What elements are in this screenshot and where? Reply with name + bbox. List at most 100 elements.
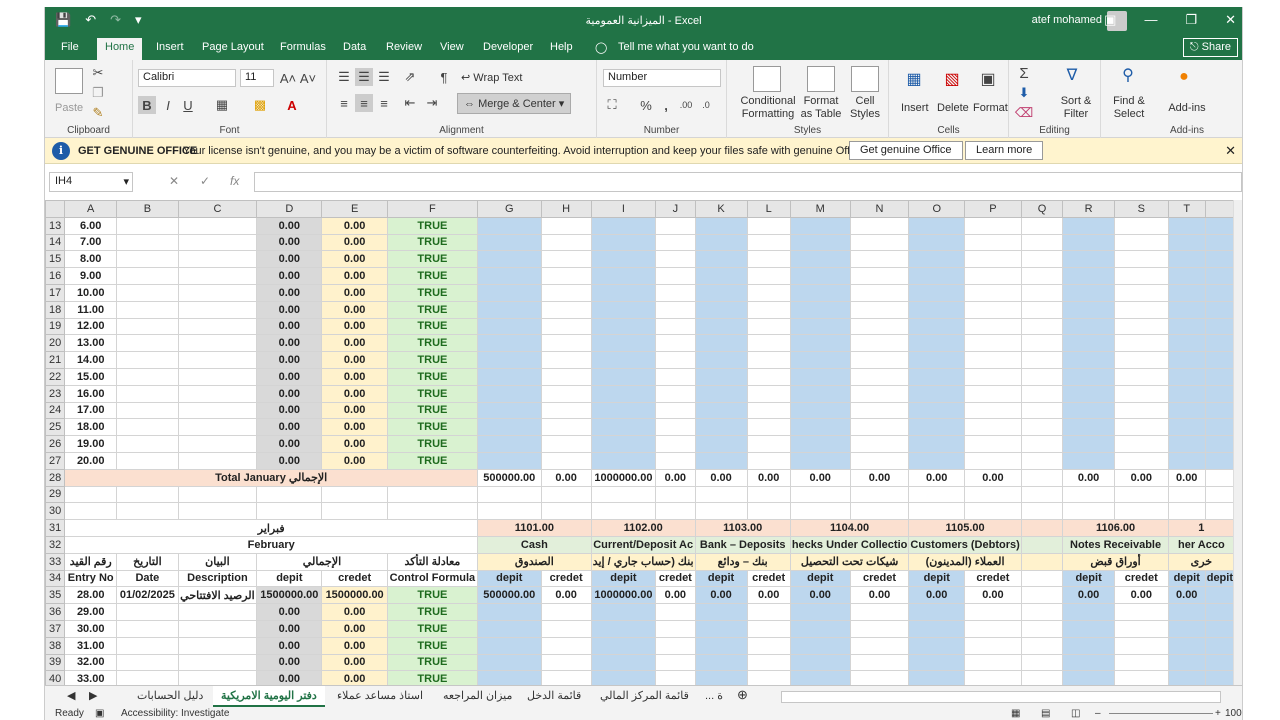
account-cell[interactable] <box>1167 451 1206 470</box>
account-cell[interactable] <box>1167 300 1206 319</box>
account-cell[interactable] <box>964 603 1022 621</box>
account-cell[interactable] <box>908 636 966 655</box>
credit-total-cell[interactable]: 0.00 <box>321 334 388 353</box>
account-cell[interactable] <box>590 250 657 269</box>
account-cell[interactable] <box>789 267 851 285</box>
tab-data[interactable]: Data <box>343 41 366 53</box>
account-cell[interactable] <box>789 351 851 369</box>
entry-no-cell[interactable]: 15.00 <box>64 367 118 386</box>
credit-total-cell[interactable]: 0.00 <box>321 619 388 638</box>
account-name-ar-cell[interactable]: شيكات تحت التحصيل <box>789 552 910 571</box>
date-cell[interactable] <box>116 367 179 386</box>
date-cell[interactable] <box>116 283 179 302</box>
account-cell[interactable] <box>1113 435 1169 453</box>
italic-icon[interactable]: I <box>159 96 177 114</box>
date-cell[interactable] <box>116 435 179 453</box>
account-cell[interactable] <box>590 435 657 453</box>
debit-total-cell[interactable]: 0.00 <box>256 367 323 386</box>
column-header[interactable]: H <box>540 200 592 218</box>
account-cell[interactable] <box>655 367 696 386</box>
account-cell[interactable] <box>1020 653 1064 672</box>
credit-total-cell[interactable]: 0.00 <box>321 636 388 655</box>
account-cell[interactable] <box>746 670 791 685</box>
sort-filter-label[interactable]: Sort & Filter <box>1055 95 1097 121</box>
font-color-icon[interactable]: A <box>283 96 301 114</box>
account-cell[interactable] <box>1113 367 1169 386</box>
tab-formulas[interactable]: Formulas <box>280 41 326 53</box>
row-header[interactable]: 27 <box>45 451 66 470</box>
account-cell[interactable] <box>1204 351 1235 369</box>
description-cell[interactable] <box>177 367 258 386</box>
description-cell[interactable] <box>177 435 258 453</box>
account-cell[interactable] <box>789 603 851 621</box>
credit-total-cell[interactable]: 1500000.00 <box>321 586 388 605</box>
account-cell[interactable] <box>1062 334 1115 353</box>
account-cell[interactable] <box>789 636 851 655</box>
debit-total-cell[interactable]: 1500000.00 <box>256 586 323 605</box>
align-middle-icon[interactable]: ☰ <box>355 68 373 86</box>
copy-icon[interactable]: ❐ <box>89 84 107 102</box>
get-genuine-button[interactable]: Get genuine Office <box>849 141 963 160</box>
account-cell[interactable] <box>1113 636 1169 655</box>
account-code-cell[interactable]: 1105.00 <box>908 519 1022 537</box>
account-cell[interactable] <box>1113 216 1169 235</box>
account-cell[interactable] <box>655 351 696 369</box>
entry-no-cell[interactable]: 8.00 <box>64 250 118 269</box>
account-cell[interactable] <box>746 351 791 369</box>
account-cell[interactable] <box>1020 603 1064 621</box>
date-header[interactable]: Date <box>116 569 179 588</box>
account-cell[interactable] <box>908 670 966 685</box>
column-header[interactable]: I <box>590 200 657 218</box>
sheet-tab[interactable]: قائمة المركز المالي <box>600 689 689 702</box>
sheet-tab[interactable]: قائمة الدخل <box>527 689 581 702</box>
account-cell[interactable] <box>789 670 851 685</box>
empty-cell[interactable] <box>1113 502 1169 521</box>
account-cell[interactable] <box>789 384 851 403</box>
font-size-select[interactable]: 11 <box>240 69 274 87</box>
account-cell[interactable] <box>849 351 910 369</box>
debit-credit-header[interactable]: depit <box>1167 569 1206 588</box>
debit-total-cell[interactable]: 0.00 <box>256 216 323 235</box>
enter-icon[interactable]: ✓ <box>200 174 210 188</box>
empty-cell[interactable] <box>694 485 748 504</box>
account-cell[interactable] <box>590 367 657 386</box>
empty-cell[interactable] <box>1167 502 1206 521</box>
account-cell[interactable] <box>540 619 592 638</box>
credit-total-cell[interactable]: 0.00 <box>321 670 388 685</box>
wrap-text-button[interactable]: ↩ Wrap Text <box>461 71 522 84</box>
description-cell[interactable] <box>177 233 258 252</box>
account-cell[interactable] <box>908 619 966 638</box>
account-cell[interactable] <box>1020 435 1064 453</box>
row-header[interactable]: 19 <box>45 317 66 336</box>
description-cell[interactable] <box>177 267 258 285</box>
total-cell[interactable] <box>1204 468 1235 487</box>
borders-icon[interactable]: ▦ <box>213 96 231 114</box>
account-cell[interactable] <box>746 300 791 319</box>
date-cell[interactable] <box>116 451 179 470</box>
credit-total-cell[interactable]: 0.00 <box>321 267 388 285</box>
account-cell[interactable] <box>908 283 966 302</box>
account-cell[interactable] <box>964 418 1022 437</box>
account-cell[interactable]: 1000000.00 <box>590 586 657 605</box>
align-center-icon[interactable]: ≡ <box>355 94 373 112</box>
entry-no-cell[interactable]: 13.00 <box>64 334 118 353</box>
tab-developer[interactable]: Developer <box>483 41 533 53</box>
debit-credit-header[interactable]: credet <box>655 569 696 588</box>
entry-no-cell[interactable]: 12.00 <box>64 317 118 336</box>
total-cell[interactable]: 0.00 <box>655 468 696 487</box>
credit-total-cell[interactable]: 0.00 <box>321 418 388 437</box>
empty-cell[interactable] <box>1167 485 1206 504</box>
date-ar-header[interactable]: التاريخ <box>116 552 179 571</box>
control-formula-cell[interactable]: TRUE <box>386 351 479 369</box>
account-cell[interactable] <box>908 267 966 285</box>
account-cell[interactable] <box>655 317 696 336</box>
column-header[interactable]: B <box>116 200 179 218</box>
account-cell[interactable] <box>655 603 696 621</box>
account-cell[interactable] <box>1204 216 1235 235</box>
empty-cell[interactable] <box>477 485 542 504</box>
total-january-label[interactable]: Total January الإجمالي <box>64 468 479 487</box>
account-cell[interactable] <box>1167 418 1206 437</box>
zoom-slider[interactable] <box>1109 713 1213 714</box>
account-cell[interactable] <box>694 216 748 235</box>
empty-cell[interactable] <box>321 502 388 521</box>
